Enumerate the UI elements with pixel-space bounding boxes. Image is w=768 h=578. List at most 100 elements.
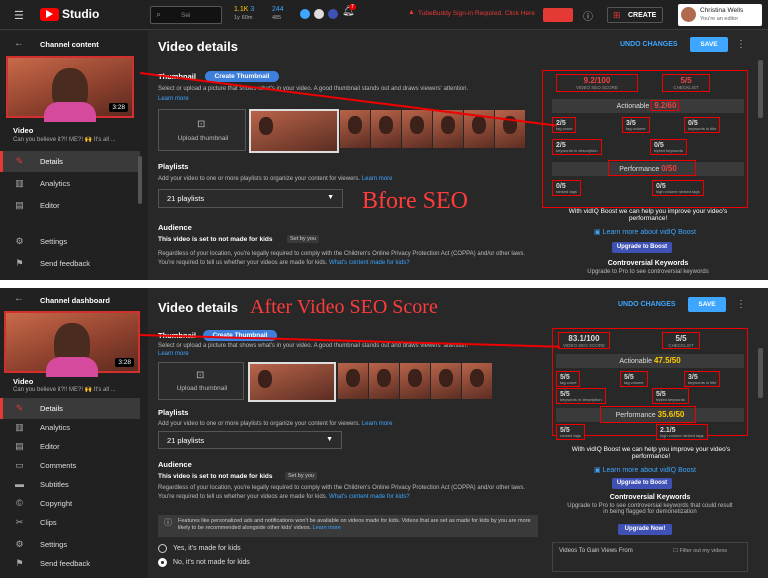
- playlists-learn-more-link[interactable]: Learn more: [362, 421, 393, 427]
- metric-tripled-keywords: 5/5 tripled keywords: [652, 388, 689, 404]
- metric-label: tripled keywords: [656, 397, 685, 402]
- upgrade-boost-button[interactable]: Upgrade to Boost: [612, 478, 672, 489]
- radio-made-for-kids[interactable]: Yes, it's made for kids: [158, 544, 241, 553]
- metric-label: keywords in title: [688, 380, 717, 385]
- thumbnail-options[interactable]: [338, 363, 492, 399]
- tubebuddy-button[interactable]: [543, 8, 573, 22]
- subtitles-icon: ▬: [15, 479, 24, 489]
- after-seo-screenshot: ← Channel dashboard 3:28 Video Can you b…: [0, 288, 768, 578]
- page-scrollbar[interactable]: [758, 348, 763, 398]
- boost-learn-link[interactable]: ▣ Learn more about vidIQ Boost: [594, 466, 696, 474]
- info-learn-link[interactable]: Learn more: [313, 525, 341, 531]
- editor-icon: ▤: [15, 441, 24, 451]
- metric-label: ranked tags: [556, 189, 577, 194]
- playlists-dropdown[interactable]: 21 playlists ▼: [158, 189, 343, 208]
- page-title: Video details: [158, 39, 238, 54]
- info-note-text: Features like personalized ads and notif…: [178, 518, 531, 531]
- radio-not-made-for-kids[interactable]: No, it's not made for kids: [158, 558, 250, 567]
- audience-description: Regardless of your location, you're lega…: [158, 484, 536, 501]
- create-thumbnail-button[interactable]: Create Thumbnail: [205, 71, 279, 82]
- upload-thumbnail-button[interactable]: ⊡ Upload thumbnail: [158, 362, 244, 400]
- warning-icon: ▲: [408, 9, 415, 16]
- upgrade-now-button[interactable]: Upgrade Now!: [618, 524, 672, 535]
- audience-learn-link[interactable]: What's content made for kids?: [329, 260, 410, 266]
- video-duration: 3:28: [109, 103, 128, 112]
- thumbnail-option-selected[interactable]: [248, 362, 336, 402]
- thumbnail-options[interactable]: [340, 110, 525, 148]
- help-icon[interactable]: ⓘ: [583, 8, 593, 23]
- sidebar-item-settings[interactable]: ⚙ Settings: [0, 231, 140, 252]
- settings-round-icon[interactable]: [314, 9, 324, 19]
- sidebar-item-editor[interactable]: ▤ Editor: [0, 436, 140, 457]
- thumbnail-option-selected[interactable]: [249, 109, 339, 153]
- vidiq-icon[interactable]: [300, 9, 310, 19]
- more-icon[interactable]: ⋮: [736, 299, 746, 310]
- metric-high-volume-ranked-tags: 2.1/5 high volume ranked tags: [656, 424, 708, 440]
- overlay-annotation: After Video SEO Score: [250, 296, 438, 318]
- sidebar-item-clips[interactable]: ✂ Clips: [0, 512, 140, 533]
- thumbnail-learn-more-link[interactable]: Learn more: [158, 351, 189, 357]
- sidebar-item-copyright[interactable]: © Copyright: [0, 493, 140, 514]
- save-button[interactable]: SAVE: [688, 297, 726, 312]
- actionable-label: Actionable: [619, 358, 653, 365]
- sidebar-item-details[interactable]: ✎ Details: [0, 151, 140, 172]
- video-thumbnail[interactable]: 3:28: [4, 311, 140, 377]
- sidebar-item-subtitles[interactable]: ▬ Subtitles: [0, 474, 140, 495]
- actionable-row: Actionable 9.2/60: [552, 99, 744, 113]
- gear-icon: ⚙: [15, 539, 24, 549]
- account-chip[interactable]: Christina Wells You're an editor: [678, 4, 762, 26]
- extension-icon[interactable]: [328, 9, 338, 19]
- undo-button[interactable]: UNDO CHANGES: [620, 41, 678, 48]
- metric-label: keywords in description: [560, 397, 602, 402]
- thumbnail-learn-more-link[interactable]: Learn more: [158, 96, 189, 102]
- thumbnail-face: [44, 68, 96, 122]
- sidebar-item-comments[interactable]: ▭ Comments: [0, 455, 140, 476]
- save-button[interactable]: SAVE: [690, 37, 728, 52]
- stat-views-sub: 485: [272, 15, 282, 21]
- info-icon: ▣: [594, 467, 601, 474]
- sidebar-item-analytics[interactable]: ▥ Analytics: [0, 417, 140, 438]
- undo-button[interactable]: UNDO CHANGES: [618, 301, 676, 308]
- playlists-heading: Playlists: [158, 162, 189, 171]
- metric-label: keywords in title: [688, 126, 717, 131]
- page-scrollbar[interactable]: [758, 60, 763, 118]
- overlay-annotation: Bfore SEO: [362, 188, 468, 214]
- actionable-label: Actionable: [616, 103, 650, 110]
- menu-icon[interactable]: ☰: [14, 9, 24, 22]
- back-arrow-icon[interactable]: ←: [14, 38, 24, 49]
- sidebar-scrollbar[interactable]: [138, 156, 142, 204]
- sidebar-item-editor[interactable]: ▤ Editor: [0, 195, 140, 216]
- audience-learn-link[interactable]: What's content made for kids?: [329, 494, 410, 500]
- create-label: CREATE: [628, 12, 657, 19]
- video-label: Video: [13, 126, 34, 135]
- more-icon[interactable]: ⋮: [736, 39, 746, 50]
- metric-label: tag count: [556, 126, 573, 131]
- actionable-row: Actionable 47.5/50: [556, 354, 744, 368]
- seo-score-label: VIDEO SEO SCORE: [575, 85, 618, 90]
- search-input[interactable]: ⌕ Sei: [150, 6, 222, 24]
- sidebar-item-label: Details: [40, 404, 63, 413]
- thumb-frame: [338, 363, 368, 399]
- sidebar-item-feedback[interactable]: ⚑ Send feedback: [0, 253, 140, 274]
- playlists-dropdown[interactable]: 21 playlists ▼: [158, 431, 342, 449]
- seo-score-value: 83.1/100: [568, 333, 600, 343]
- upload-thumbnail-button[interactable]: ⊡ Upload thumbnail: [158, 109, 246, 151]
- metric-keywords-description: 2/5 keywords in description: [552, 139, 602, 155]
- boost-learn-link[interactable]: ▣ Learn more about vidIQ Boost: [594, 228, 696, 236]
- playlists-learn-more-link[interactable]: Learn more: [362, 176, 393, 182]
- seo-score-label: VIDEO SEO SCORE: [562, 342, 605, 348]
- sidebar-item-settings[interactable]: ⚙ Settings: [0, 534, 140, 555]
- upgrade-boost-button[interactable]: Upgrade to Boost: [612, 242, 672, 253]
- sidebar-item-feedback[interactable]: ⚑ Send feedback: [0, 553, 140, 574]
- boost-text: With vidIQ Boost we can help you improve…: [571, 446, 731, 460]
- user-name: Christina Wells: [700, 7, 744, 14]
- filter-checkbox[interactable]: ☐ Filter out my videos: [673, 548, 727, 554]
- sidebar-item-details[interactable]: ✎ Details: [0, 398, 140, 419]
- sidebar: ← Channel dashboard 3:28 Video Can you b…: [0, 288, 148, 578]
- video-thumbnail[interactable]: 3:28: [6, 56, 134, 122]
- back-arrow-icon[interactable]: ←: [14, 293, 24, 304]
- create-button[interactable]: ⊞ CREATE: [607, 7, 663, 23]
- tubebuddy-notice[interactable]: TubeBuddy Sign-in Required. Click Here: [418, 10, 535, 17]
- sidebar-item-analytics[interactable]: ▥ Analytics: [0, 173, 140, 194]
- thumbnail-description: Select or upload a picture that shows wh…: [158, 86, 469, 92]
